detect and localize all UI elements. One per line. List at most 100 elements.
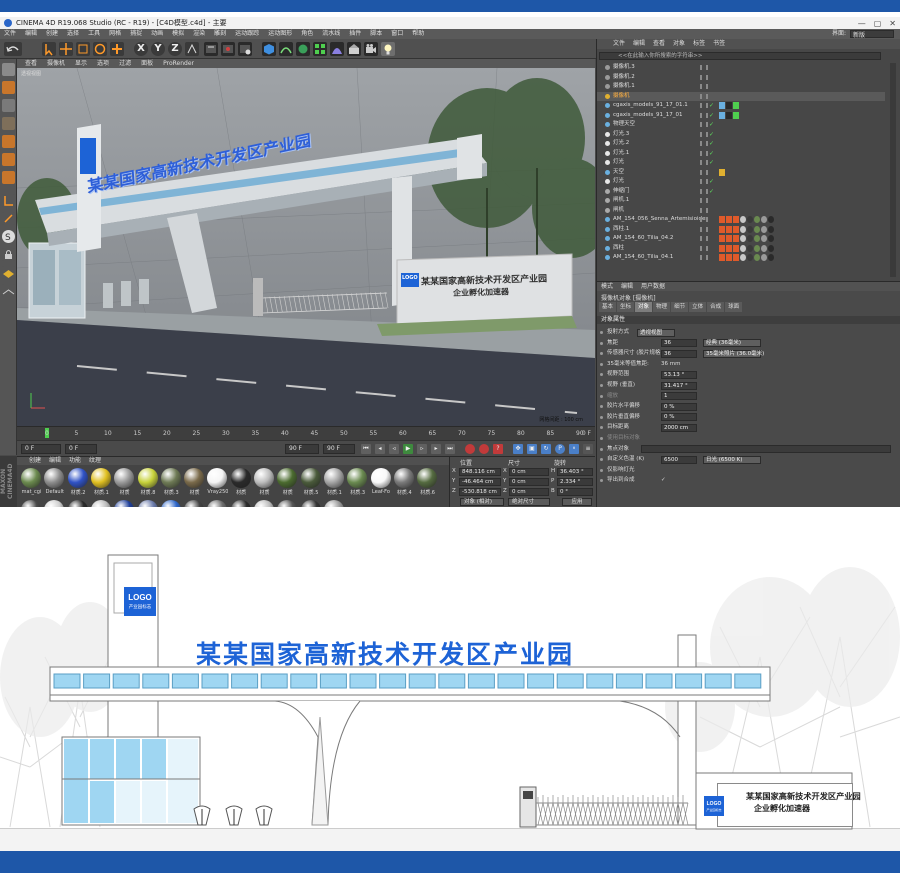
visibility-toggle-icon[interactable] bbox=[700, 150, 708, 156]
go-to-start-icon[interactable]: ⏮ bbox=[361, 444, 371, 454]
visibility-toggle-icon[interactable] bbox=[700, 65, 708, 70]
object-row[interactable]: 伸缩门 ✓ bbox=[597, 187, 885, 196]
object-tags[interactable] bbox=[719, 111, 739, 119]
attribute-menu-item[interactable]: 编辑 bbox=[621, 282, 633, 291]
attribute-preset-dropdown[interactable]: 经典 (36毫米) bbox=[703, 339, 761, 348]
visibility-toggle-icon[interactable] bbox=[700, 179, 708, 184]
material-tag-icon[interactable] bbox=[740, 235, 746, 242]
menu-item[interactable]: 脚本 bbox=[370, 29, 382, 39]
render-view-icon[interactable] bbox=[204, 42, 218, 56]
rotation-field[interactable]: 0 ° bbox=[557, 488, 593, 496]
viewport-menu-item[interactable]: 面板 bbox=[141, 59, 153, 68]
material-swatch[interactable] bbox=[184, 500, 205, 507]
visibility-toggle-icon[interactable] bbox=[700, 84, 708, 89]
menu-item[interactable]: 动画 bbox=[151, 29, 163, 39]
enabled-check-icon[interactable]: ✓ bbox=[709, 120, 714, 129]
material-tag-icon[interactable] bbox=[719, 225, 725, 233]
attribute-tab[interactable]: 对象 bbox=[635, 302, 653, 312]
material-tag-icon[interactable] bbox=[747, 216, 753, 223]
object-menu-item[interactable]: 文件 bbox=[613, 39, 625, 49]
material-menu-item[interactable]: 纹理 bbox=[89, 457, 101, 465]
snap-icon[interactable] bbox=[2, 212, 15, 225]
attribute-field[interactable]: 36 bbox=[661, 339, 697, 348]
menu-item[interactable]: 运动跟踪 bbox=[235, 29, 259, 39]
menu-item[interactable]: 运动图形 bbox=[268, 29, 292, 39]
viewport-menu-item[interactable]: 摄像机 bbox=[47, 59, 65, 68]
material-tag-icon[interactable] bbox=[754, 235, 760, 242]
object-row[interactable]: 摄像机 bbox=[597, 91, 885, 101]
animate-dot-icon[interactable] bbox=[600, 426, 603, 430]
size-field[interactable]: 0 cm bbox=[509, 488, 549, 496]
attribute-field[interactable]: 31.417 ° bbox=[661, 381, 697, 390]
material-tags[interactable] bbox=[719, 254, 774, 261]
coordinate-system-icon[interactable] bbox=[185, 42, 199, 56]
cloner-icon[interactable] bbox=[313, 42, 327, 56]
animate-dot-icon[interactable] bbox=[600, 394, 603, 398]
coordinate-mode-select[interactable]: 对象 (相对) bbox=[460, 498, 504, 506]
apply-button[interactable]: 应用 bbox=[562, 498, 592, 506]
environment-icon[interactable] bbox=[347, 42, 361, 56]
animate-dot-icon[interactable] bbox=[600, 352, 603, 356]
material-tag-icon[interactable] bbox=[754, 244, 760, 252]
object-menu-item[interactable]: 标签 bbox=[693, 39, 705, 49]
material-tag-icon[interactable] bbox=[726, 244, 732, 252]
material-tag-icon[interactable] bbox=[754, 216, 760, 223]
material-menu-item[interactable]: 创建 bbox=[29, 457, 41, 465]
material-swatch[interactable] bbox=[44, 500, 65, 507]
material-tag-icon[interactable] bbox=[761, 235, 767, 242]
model-mode-icon[interactable] bbox=[2, 81, 15, 94]
object-menu-item[interactable]: 编辑 bbox=[633, 39, 645, 49]
animate-dot-icon[interactable] bbox=[600, 362, 603, 366]
layout-select[interactable]: 新版 bbox=[850, 30, 894, 39]
visibility-toggle-icon[interactable] bbox=[700, 103, 708, 108]
material-tags[interactable] bbox=[719, 235, 774, 242]
animate-dot-icon[interactable] bbox=[600, 373, 603, 377]
autokey-icon[interactable] bbox=[479, 444, 489, 454]
object-menu-item[interactable]: 查看 bbox=[653, 39, 665, 49]
tag-icon[interactable] bbox=[733, 111, 739, 119]
object-row[interactable]: 灯光.2 ✓ bbox=[597, 139, 885, 148]
visibility-toggle-icon[interactable] bbox=[700, 160, 708, 165]
position-field[interactable]: -530.818 cm bbox=[459, 488, 501, 496]
attribute-tab[interactable]: 合成 bbox=[707, 302, 725, 312]
points-mode-icon[interactable] bbox=[2, 135, 15, 148]
snapping-toggle-icon[interactable]: S bbox=[2, 230, 15, 243]
size-field[interactable]: 0 cm bbox=[509, 468, 549, 476]
material-tag-icon[interactable] bbox=[768, 254, 774, 261]
material-swatch[interactable]: 材质.4 bbox=[393, 468, 415, 496]
next-frame-icon[interactable]: ▹ bbox=[417, 444, 427, 454]
animate-dot-icon[interactable] bbox=[600, 405, 603, 409]
attribute-field[interactable]: 0 % bbox=[661, 413, 697, 422]
menu-item[interactable]: 帮助 bbox=[412, 29, 424, 39]
pla-track-icon[interactable]: ⚬ bbox=[569, 444, 579, 454]
attribute-tab[interactable]: 立体 bbox=[689, 302, 707, 312]
object-menu-item[interactable]: 书签 bbox=[713, 39, 725, 49]
material-tag-icon[interactable] bbox=[733, 225, 739, 233]
layer-grid-icon[interactable] bbox=[2, 266, 15, 279]
menu-item[interactable]: 选择 bbox=[67, 29, 79, 39]
visibility-toggle-icon[interactable] bbox=[700, 198, 708, 203]
object-row[interactable]: 摄像机.3 bbox=[597, 63, 885, 72]
attribute-field[interactable]: 2000 cm bbox=[661, 423, 697, 432]
axis-mode-icon[interactable] bbox=[2, 194, 15, 207]
material-tag-icon[interactable] bbox=[761, 254, 767, 261]
material-tag-icon[interactable] bbox=[733, 244, 739, 252]
undo-icon[interactable] bbox=[4, 42, 22, 56]
material-swatch[interactable] bbox=[160, 500, 182, 507]
object-row[interactable]: 灯光.3 ✓ bbox=[597, 130, 885, 139]
visibility-toggle-icon[interactable] bbox=[700, 188, 708, 194]
animate-dot-icon[interactable] bbox=[600, 468, 603, 472]
start-frame-field[interactable]: 0 F bbox=[21, 444, 61, 454]
material-swatch[interactable] bbox=[230, 500, 252, 507]
visibility-toggle-icon[interactable] bbox=[700, 141, 708, 146]
pen-spline-icon[interactable] bbox=[279, 42, 293, 56]
object-row[interactable]: 灯光 ✓ bbox=[597, 177, 885, 186]
light-icon[interactable] bbox=[381, 42, 395, 56]
make-editable-icon[interactable] bbox=[2, 63, 15, 76]
menu-item[interactable]: 雕刻 bbox=[214, 29, 226, 39]
attribute-tab[interactable]: 基本 bbox=[599, 302, 617, 312]
enabled-check-icon[interactable]: ✓ bbox=[709, 111, 714, 120]
material-swatch[interactable] bbox=[137, 500, 159, 507]
camera-icon[interactable] bbox=[364, 42, 378, 56]
material-tag-icon[interactable] bbox=[768, 235, 774, 242]
